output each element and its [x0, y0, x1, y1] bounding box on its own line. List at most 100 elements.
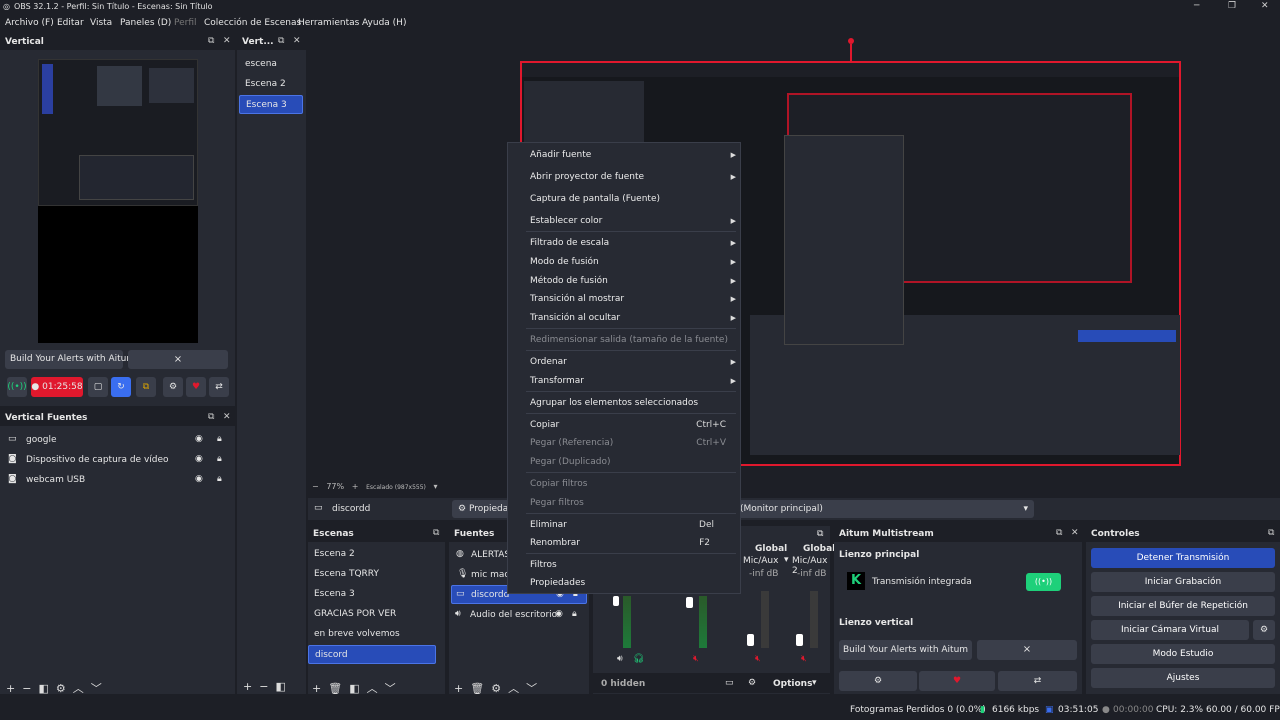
speaker-icon[interactable]: 🔊︎ — [617, 654, 623, 664]
vertical-close-button[interactable]: × — [128, 350, 228, 369]
add-icon[interactable]: + — [6, 682, 15, 695]
remove-icon[interactable]: − — [22, 682, 31, 695]
replay-icon[interactable]: ↻ — [111, 377, 131, 397]
share-icon[interactable]: ⇄ — [209, 377, 229, 397]
layout-icon[interactable]: ▭ — [725, 678, 734, 688]
settings-button[interactable]: Ajustes — [1091, 668, 1275, 688]
filter-icon[interactable]: ◧ — [38, 682, 48, 695]
menu-coleccion[interactable]: Colección de Escenas — [204, 18, 301, 28]
menu-item-properties[interactable]: Propiedades — [530, 578, 585, 588]
vertical-timer-button[interactable]: ● 01:25:58 — [31, 377, 83, 397]
vertical-source-row[interactable]: ◙ webcam USB ◉ 🔒︎ — [0, 470, 235, 490]
eye-icon[interactable]: ◉ — [195, 454, 203, 464]
vertical-source-row[interactable]: ◙ Dispositivo de captura de vídeo ◉ 🔒︎ — [0, 450, 235, 470]
volume-slider[interactable] — [747, 634, 754, 646]
move-up-icon[interactable]: ︿ — [367, 682, 378, 695]
mixer-options-button[interactable]: Options — [773, 679, 812, 689]
menu-item-copy[interactable]: Copiar — [530, 420, 559, 430]
move-down-icon[interactable]: ﹀ — [91, 682, 102, 695]
menu-item-group[interactable]: Agrupar los elementos seleccionados — [530, 398, 698, 408]
float-icon[interactable]: ⧉ — [278, 36, 284, 46]
float-icon[interactable]: ⧉ — [817, 529, 823, 539]
zoom-out-icon[interactable]: − — [312, 482, 319, 491]
float-icon[interactable]: ⧉ — [1056, 528, 1062, 538]
close-window-icon[interactable]: ✕ — [1261, 1, 1269, 11]
vertical-alert-button[interactable]: Build Your Alerts with Aitum — [5, 350, 135, 369]
lock-icon[interactable]: 🔒︎ — [572, 609, 577, 619]
main-preview-area[interactable]: − 77% + Escalado (987x555) ▾ — [308, 34, 1280, 494]
aitum-alert-button[interactable]: Build Your Alerts with Aitum — [839, 640, 972, 660]
menu-archivo[interactable]: Archivo (F) — [5, 18, 54, 28]
chevron-down-icon[interactable]: ▾ — [784, 555, 789, 565]
menu-item-delete[interactable]: Eliminar — [530, 520, 567, 530]
settings-gear-icon[interactable]: ⚙ — [839, 671, 917, 691]
volume-slider[interactable] — [686, 597, 693, 608]
scene-item[interactable]: Escena 2 — [308, 545, 436, 564]
chevron-down-icon[interactable]: ▾ — [812, 678, 817, 688]
mute-icon[interactable]: 🔇︎ — [755, 654, 761, 664]
virtual-camera-settings-icon[interactable]: ⚙ — [1253, 620, 1275, 640]
move-up-icon[interactable]: ︿ — [73, 682, 84, 695]
settings-gear-icon[interactable]: ⚙ — [491, 682, 501, 695]
lock-icon[interactable]: 🔒︎ — [217, 434, 222, 444]
menu-vista[interactable]: Vista — [90, 18, 112, 28]
start-virtual-camera-button[interactable]: Iniciar Cámara Virtual — [1091, 620, 1249, 640]
share-icon[interactable]: ⇄ — [998, 671, 1077, 691]
menu-item-add-source[interactable]: Añadir fuente — [530, 150, 591, 160]
vertical-source-row[interactable]: ▭ google ◉ 🔒︎ — [0, 430, 235, 450]
eye-icon[interactable]: ◉ — [195, 474, 203, 484]
minimize-icon[interactable]: ─ — [1194, 1, 1199, 11]
vert-scene-item[interactable]: escena — [239, 55, 303, 74]
scene-item[interactable]: Escena TQRRY — [308, 565, 436, 584]
maximize-icon[interactable]: ❐ — [1228, 1, 1236, 11]
float-icon[interactable]: ⧉ — [208, 412, 214, 422]
menu-editar[interactable]: Editar — [57, 18, 84, 28]
scene-item[interactable]: Escena 3 — [308, 585, 436, 604]
scene-item[interactable]: discord — [308, 645, 436, 664]
menu-ayuda[interactable]: Ayuda (H) — [362, 18, 406, 28]
menu-item-blend-method[interactable]: Método de fusión — [530, 276, 608, 286]
float-icon[interactable]: ⧉ — [208, 36, 214, 46]
menu-item-open-projector[interactable]: Abrir proyector de fuente — [530, 172, 644, 182]
chevron-down-icon[interactable]: ▾ — [434, 482, 438, 491]
menu-herramientas[interactable]: Herramientas — [298, 18, 359, 28]
heart-icon[interactable]: ♥ — [919, 671, 995, 691]
close-dock-icon[interactable]: ✕ — [293, 36, 301, 46]
add-icon[interactable]: + — [243, 680, 252, 693]
menu-item-scale-filter[interactable]: Filtrado de escala — [530, 238, 609, 248]
menu-item-set-color[interactable]: Establecer color — [530, 216, 602, 226]
monitor-select[interactable]: (Monitor principal) ▾ — [738, 500, 1034, 518]
eye-icon[interactable]: ◉ — [555, 609, 563, 619]
close-dock-icon[interactable]: ✕ — [1071, 528, 1079, 538]
move-down-icon[interactable]: ﹀ — [526, 682, 537, 695]
save-replay-icon[interactable]: ⧉ — [136, 377, 156, 397]
menu-item-blend-mode[interactable]: Modo de fusión — [530, 257, 599, 267]
trash-icon[interactable]: 🗑︎ — [328, 682, 342, 695]
start-replay-buffer-button[interactable]: Iniciar el Búfer de Repetición — [1091, 596, 1275, 616]
filter-icon[interactable]: ◧ — [275, 680, 285, 693]
menu-item-filters[interactable]: Filtros — [530, 560, 557, 570]
move-down-icon[interactable]: ﹀ — [385, 682, 396, 695]
mute-icon[interactable]: 🔇︎ — [801, 654, 807, 664]
menu-item-transform[interactable]: Transformar — [530, 376, 584, 386]
menu-paneles[interactable]: Paneles (D) — [120, 18, 171, 28]
settings-gear-icon[interactable]: ⚙ — [56, 682, 66, 695]
filter-icon[interactable]: ◧ — [349, 682, 359, 695]
menu-item-hide-transition[interactable]: Transición al ocultar — [530, 313, 620, 323]
vert-scene-item[interactable]: Escena 2 — [239, 75, 303, 94]
menu-item-rename[interactable]: Renombrar — [530, 538, 580, 548]
menu-item-show-transition[interactable]: Transición al mostrar — [530, 294, 624, 304]
studio-mode-button[interactable]: Modo Estudio — [1091, 644, 1275, 664]
close-dock-icon[interactable]: ✕ — [223, 36, 231, 46]
stream-toggle-button[interactable]: ((•)) — [1026, 573, 1061, 591]
start-recording-button[interactable]: Iniciar Grabación — [1091, 572, 1275, 592]
headphones-icon[interactable]: 🎧︎ — [633, 654, 644, 664]
heart-icon[interactable]: ♥ — [186, 377, 206, 397]
menu-perfil[interactable]: Perfil — [174, 18, 197, 28]
lock-icon[interactable]: 🔒︎ — [217, 474, 222, 484]
stop-icon[interactable]: ▢ — [88, 377, 108, 397]
vert-scene-item[interactable]: Escena 3 — [239, 95, 303, 114]
volume-slider[interactable] — [613, 596, 619, 606]
menu-item-order[interactable]: Ordenar — [530, 357, 567, 367]
add-icon[interactable]: + — [454, 682, 463, 695]
